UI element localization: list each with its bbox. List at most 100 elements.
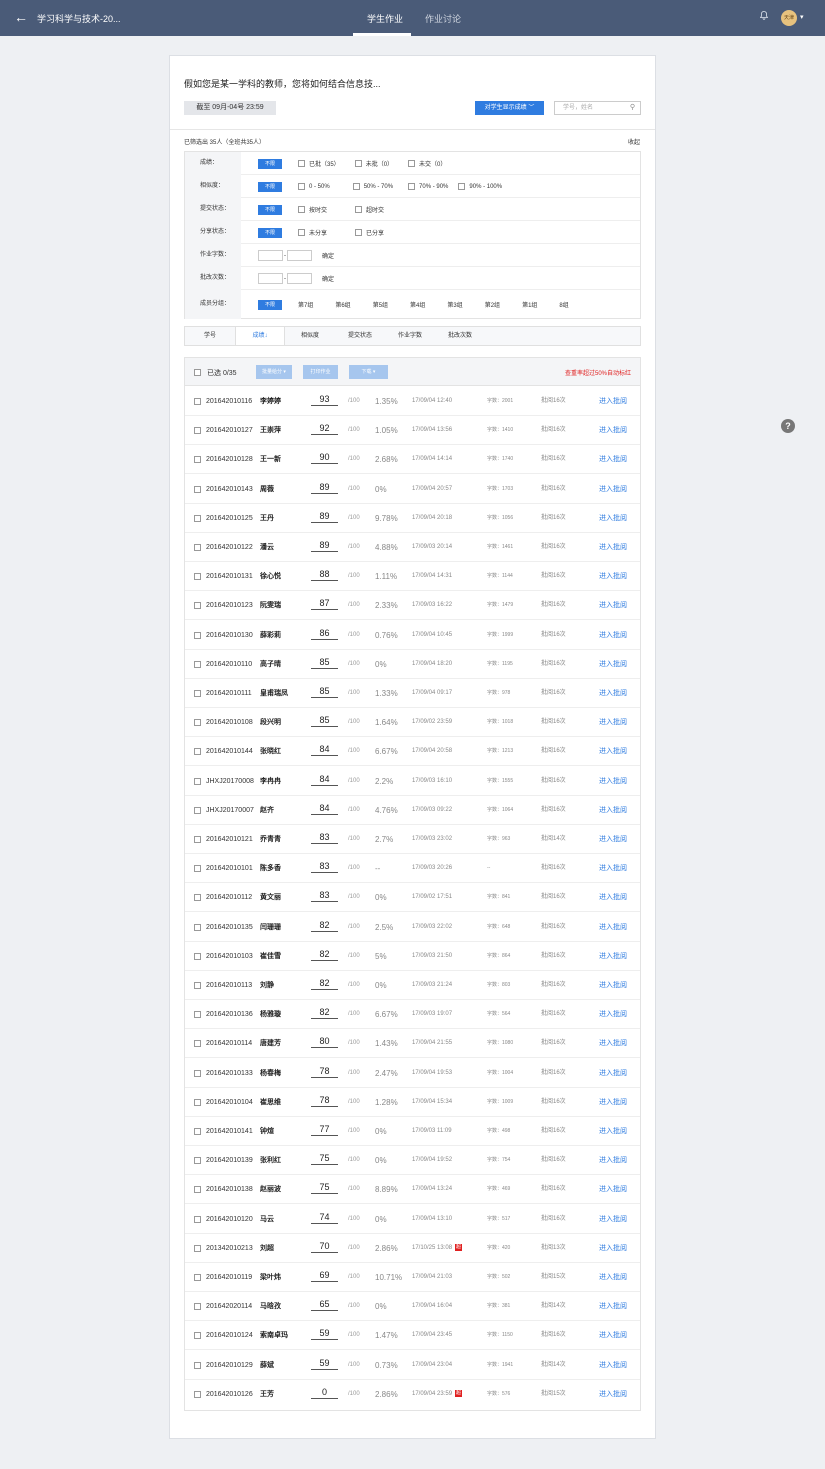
- filter-all-tag[interactable]: 不限: [258, 158, 282, 169]
- batch-score-button[interactable]: 批量给分 ▾: [256, 365, 292, 379]
- confirm-button[interactable]: 确定: [322, 251, 334, 260]
- review-link[interactable]: 进入批阅: [599, 650, 627, 679]
- row-checkbox[interactable]: [194, 923, 201, 931]
- row-checkbox[interactable]: [194, 1157, 201, 1165]
- review-link[interactable]: 进入批阅: [599, 1175, 627, 1204]
- score-input[interactable]: 85: [311, 685, 338, 698]
- filter-option[interactable]: 超时交: [355, 205, 384, 214]
- select-all-checkbox[interactable]: [194, 369, 201, 376]
- row-checkbox[interactable]: [194, 456, 201, 464]
- review-link[interactable]: 进入批阅: [599, 445, 627, 474]
- sort-tab-similarity[interactable]: 相似度: [285, 327, 335, 345]
- filter-option[interactable]: 已分享: [355, 228, 384, 237]
- score-input[interactable]: 82: [311, 948, 338, 961]
- confirm-button[interactable]: 确定: [322, 274, 334, 283]
- review-link[interactable]: 进入批阅: [599, 913, 627, 942]
- search-input[interactable]: 学号，姓名 ⚲: [554, 101, 641, 115]
- row-checkbox[interactable]: [194, 690, 201, 697]
- row-checkbox[interactable]: [194, 1361, 201, 1369]
- row-checkbox[interactable]: [194, 806, 201, 814]
- group-option[interactable]: 第7组: [298, 300, 313, 309]
- row-checkbox[interactable]: [194, 1186, 201, 1194]
- filter-option[interactable]: 70% - 90%: [408, 183, 448, 190]
- group-option[interactable]: 8组: [559, 300, 568, 309]
- row-checkbox[interactable]: [194, 1274, 201, 1281]
- review-link[interactable]: 进入批阅: [599, 562, 627, 591]
- review-link[interactable]: 进入批阅: [599, 621, 627, 650]
- row-checkbox[interactable]: [194, 719, 201, 727]
- group-option[interactable]: 第1组: [522, 300, 537, 309]
- checkbox[interactable]: [408, 160, 416, 167]
- row-checkbox[interactable]: [194, 777, 201, 785]
- avatar[interactable]: 天津: [781, 10, 797, 26]
- review-link[interactable]: 进入批阅: [599, 767, 627, 796]
- row-checkbox[interactable]: [194, 573, 201, 581]
- row-checkbox[interactable]: [194, 1098, 201, 1106]
- score-input[interactable]: 83: [311, 889, 338, 903]
- tab-homework-discussion[interactable]: 作业讨论: [425, 12, 461, 25]
- review-link[interactable]: 进入批阅: [599, 942, 627, 971]
- print-button[interactable]: 打印作业: [303, 365, 338, 379]
- revisions-max-input[interactable]: [287, 273, 312, 284]
- group-option[interactable]: 第2组: [485, 300, 500, 309]
- group-option[interactable]: 第4组: [410, 300, 425, 309]
- score-input[interactable]: 0: [311, 1386, 338, 1399]
- score-input[interactable]: 77: [311, 1123, 338, 1136]
- sort-tab-revisions[interactable]: 批改次数: [435, 327, 485, 345]
- review-link[interactable]: 进入批阅: [599, 475, 627, 504]
- sort-tab-submit[interactable]: 提交状态: [335, 327, 385, 345]
- row-checkbox[interactable]: [194, 1040, 201, 1048]
- score-input[interactable]: 59: [311, 1327, 338, 1341]
- group-option[interactable]: 第6组: [335, 300, 350, 309]
- filter-option[interactable]: 未交（0）: [408, 159, 446, 168]
- review-link[interactable]: 进入批阅: [599, 1088, 627, 1117]
- review-link[interactable]: 进入批阅: [599, 1292, 627, 1321]
- score-input[interactable]: 83: [311, 831, 338, 844]
- filter-option[interactable]: 90% - 100%: [458, 183, 502, 190]
- checkbox[interactable]: [352, 183, 360, 190]
- review-link[interactable]: 进入批阅: [599, 1234, 627, 1263]
- group-option[interactable]: 第5组: [373, 300, 388, 309]
- score-input[interactable]: 93: [311, 393, 338, 406]
- score-input[interactable]: 75: [311, 1181, 338, 1195]
- score-input[interactable]: 88: [311, 568, 338, 582]
- search-icon[interactable]: ⚲: [630, 102, 635, 114]
- filter-option[interactable]: 按时交: [298, 205, 327, 214]
- score-input[interactable]: 92: [311, 422, 338, 436]
- sort-tab-id[interactable]: 学号: [185, 327, 235, 345]
- review-link[interactable]: 进入批阅: [599, 971, 627, 1000]
- row-checkbox[interactable]: [194, 514, 201, 522]
- row-checkbox[interactable]: [194, 836, 201, 843]
- row-checkbox[interactable]: [194, 1303, 201, 1311]
- review-link[interactable]: 进入批阅: [599, 679, 627, 708]
- score-input[interactable]: 82: [311, 1006, 338, 1020]
- row-checkbox[interactable]: [194, 1069, 201, 1077]
- download-button[interactable]: 下载 ▾: [349, 365, 388, 379]
- checkbox[interactable]: [298, 229, 305, 236]
- review-link[interactable]: 进入批阅: [599, 1117, 627, 1146]
- row-checkbox[interactable]: [194, 1244, 201, 1252]
- review-link[interactable]: 进入批阅: [599, 1351, 627, 1380]
- score-input[interactable]: 82: [311, 977, 338, 990]
- filter-option[interactable]: 50% - 70%: [352, 183, 393, 190]
- score-input[interactable]: 84: [311, 802, 338, 815]
- review-link[interactable]: 进入批阅: [599, 825, 627, 854]
- filter-option[interactable]: 未批（0）: [354, 159, 393, 168]
- row-checkbox[interactable]: [194, 1215, 201, 1223]
- tab-student-homework[interactable]: 学生作业: [367, 12, 403, 25]
- words-max-input[interactable]: [287, 250, 312, 261]
- score-input[interactable]: 89: [311, 481, 338, 494]
- row-checkbox[interactable]: [194, 1390, 201, 1398]
- review-link[interactable]: 进入批阅: [599, 883, 627, 912]
- row-checkbox[interactable]: [194, 894, 201, 902]
- score-input[interactable]: 90: [311, 451, 338, 465]
- score-input[interactable]: 78: [311, 1094, 338, 1107]
- row-checkbox[interactable]: [194, 1332, 201, 1340]
- show-scores-button[interactable]: 对学生显示成绩 ﹀: [475, 101, 544, 115]
- row-checkbox[interactable]: [194, 485, 201, 493]
- score-input[interactable]: 59: [311, 1357, 338, 1370]
- score-input[interactable]: 80: [311, 1035, 338, 1049]
- checkbox[interactable]: [298, 206, 305, 213]
- filter-all-tag[interactable]: 不限: [258, 204, 282, 215]
- review-link[interactable]: 进入批阅: [599, 533, 627, 562]
